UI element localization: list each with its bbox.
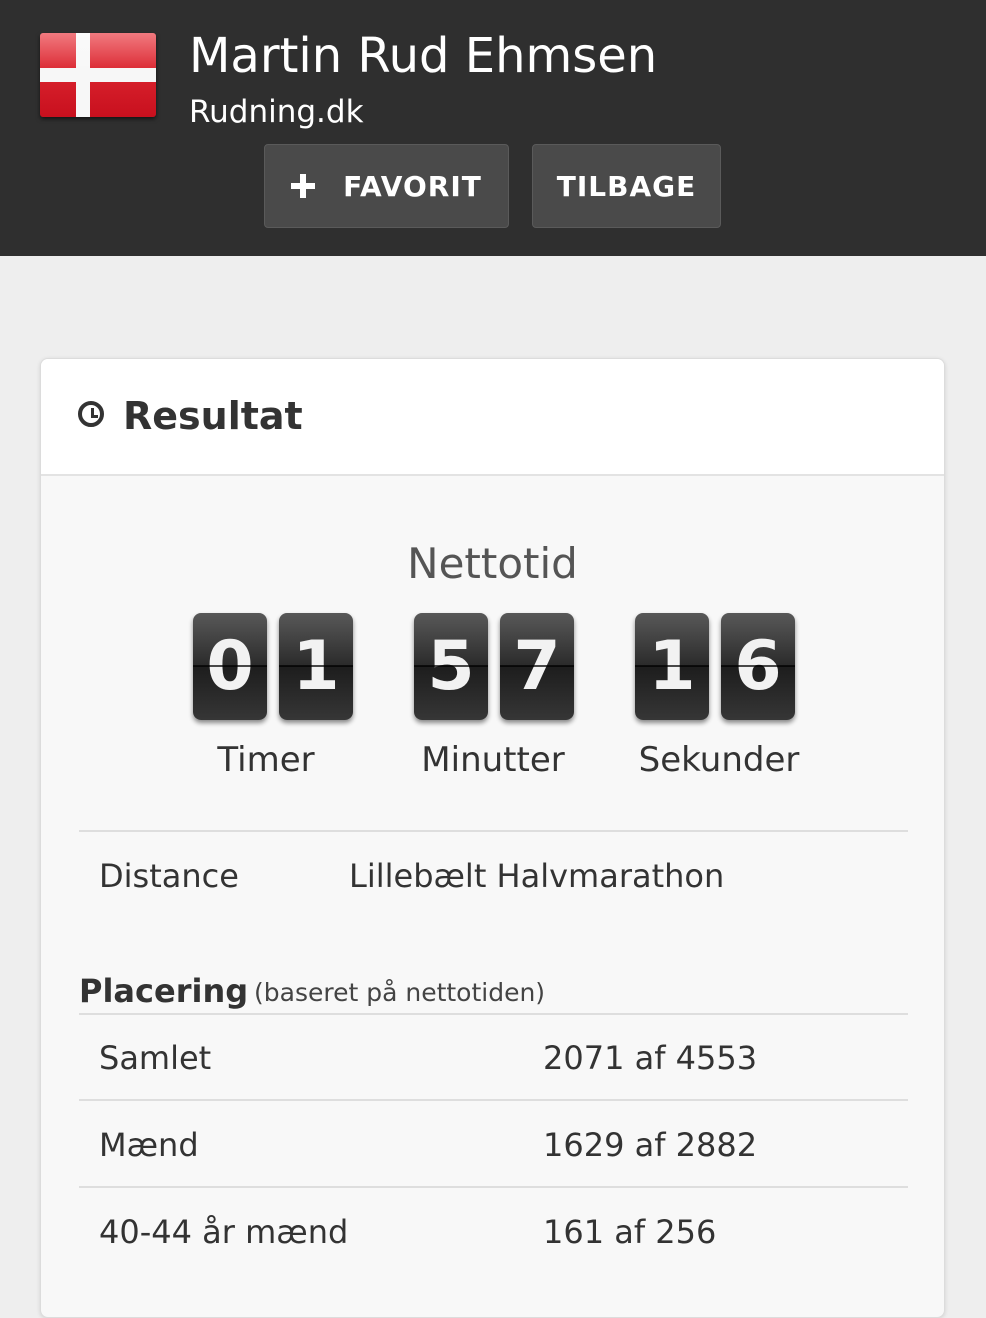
result-title: Resultat — [123, 394, 303, 438]
result-card: Resultat Nettotid 0 1 5 7 1 6 Timer Minu… — [40, 358, 945, 1318]
divider — [79, 1099, 908, 1101]
back-button-label: TILBAGE — [556, 169, 697, 203]
club-name: Rudning.dk — [189, 94, 364, 130]
seconds-digit-2: 6 — [721, 613, 795, 720]
placement-title: Placering — [79, 972, 249, 1010]
placement-agegroup-label: 40-44 år mænd — [99, 1213, 349, 1251]
placement-agegroup-value: 161 af 256 — [543, 1213, 717, 1251]
net-time-label: Nettotid — [407, 539, 578, 588]
divider — [79, 1013, 908, 1015]
seconds-label: Sekunder — [638, 740, 800, 780]
plus-icon — [291, 174, 316, 198]
hours-label: Timer — [217, 740, 315, 780]
denmark-flag-icon — [40, 33, 156, 117]
placement-overall-value: 2071 af 4553 — [543, 1039, 758, 1077]
top-bar: Martin Rud Ehmsen Rudning.dk FAVORIT TIL… — [0, 0, 986, 256]
hours-digit-2: 1 — [279, 613, 353, 720]
placement-men-label: Mænd — [99, 1126, 199, 1164]
favorite-button[interactable]: FAVORIT — [264, 144, 509, 228]
runner-name: Martin Rud Ehmsen — [189, 28, 658, 84]
divider — [79, 1186, 908, 1188]
hours-digit-1: 0 — [193, 613, 267, 720]
favorite-button-label: FAVORIT — [343, 169, 482, 203]
result-card-header: Resultat — [41, 359, 944, 476]
distance-label: Distance — [99, 857, 239, 895]
clock-icon — [78, 401, 104, 427]
minutes-digit-1: 5 — [414, 613, 488, 720]
placement-note: (baseret på nettotiden) — [254, 978, 546, 1007]
distance-value: Lillebælt Halvmarathon — [349, 857, 725, 895]
placement-overall-label: Samlet — [99, 1039, 212, 1077]
back-button[interactable]: TILBAGE — [532, 144, 721, 228]
placement-men-value: 1629 af 2882 — [543, 1126, 758, 1164]
minutes-label: Minutter — [421, 740, 565, 780]
minutes-digit-2: 7 — [500, 613, 574, 720]
seconds-digit-1: 1 — [635, 613, 709, 720]
divider — [79, 830, 908, 832]
